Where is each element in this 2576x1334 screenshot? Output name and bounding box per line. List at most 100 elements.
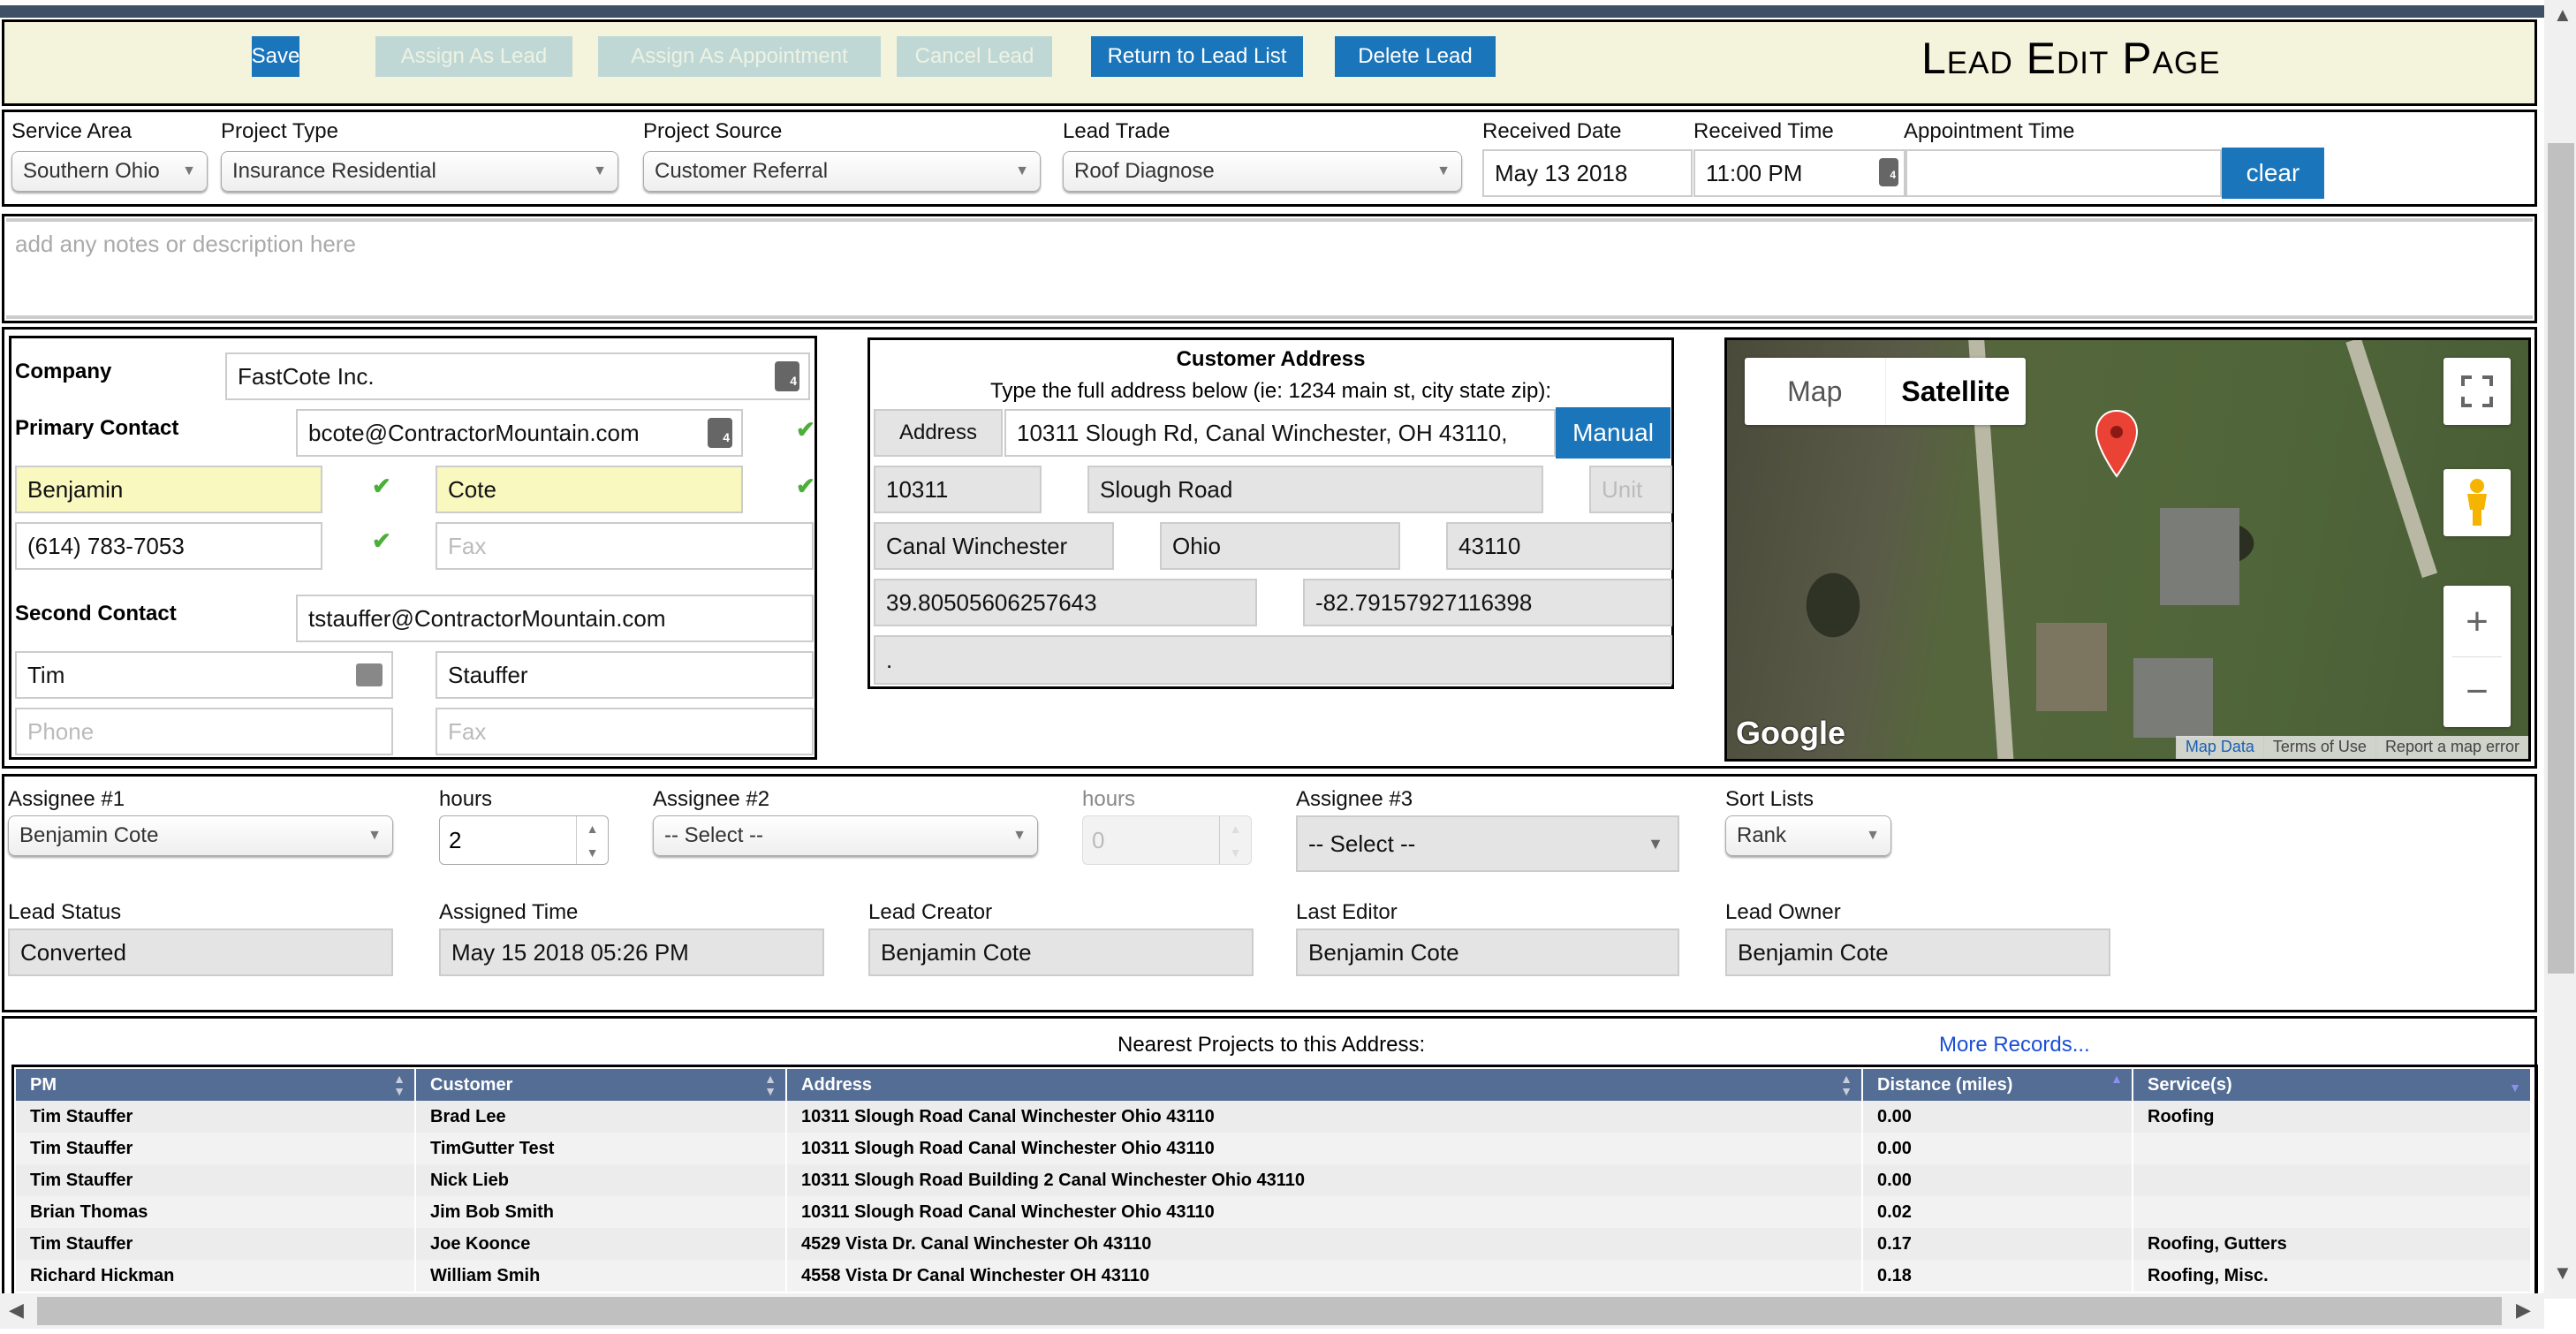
horizontal-scrollbar[interactable]: ◀ ▶ bbox=[0, 1293, 2544, 1329]
primary-email-input[interactable]: bcote@ContractorMountain.com 4 bbox=[296, 409, 743, 457]
project-source-select[interactable]: Customer Referral ▼ bbox=[643, 151, 1041, 192]
pm-cell: Brian Thomas bbox=[16, 1196, 416, 1228]
street-number-input[interactable]: 10311 bbox=[874, 466, 1042, 513]
state-input[interactable]: Ohio bbox=[1160, 522, 1400, 570]
sort-icon: ▲ ▼ bbox=[1840, 1072, 1852, 1098]
received-date-input[interactable]: May 13 2018 bbox=[1482, 149, 1693, 197]
table-row[interactable]: Tim Stauffer Brad Lee 10311 Slough Road Ca… bbox=[16, 1101, 2532, 1133]
latitude-input[interactable]: 39.80505606257643 bbox=[874, 579, 1257, 626]
full-address-input[interactable]: 10311 Slough Rd, Canal Winchester, OH 43… bbox=[1004, 409, 1556, 457]
zoom-in-button[interactable]: + bbox=[2466, 587, 2489, 656]
zip-input[interactable]: 43110 bbox=[1446, 522, 1672, 570]
second-fax-input[interactable]: Fax bbox=[436, 708, 814, 755]
table-row[interactable]: Brian Thomas Jim Bob Smith 10311 Slough Ro… bbox=[16, 1196, 2532, 1228]
received-time-input[interactable]: 11:00 PM 4 bbox=[1693, 149, 1905, 197]
manual-button[interactable]: Manual bbox=[1556, 407, 1671, 459]
cancel-lead-button[interactable]: Cancel Lead bbox=[897, 36, 1052, 77]
sort-lists-select[interactable]: Rank ▼ bbox=[1725, 815, 1891, 856]
distance-cell: 0.17 bbox=[1862, 1228, 2133, 1260]
received-time-value: 11:00 PM bbox=[1706, 159, 1803, 186]
lead-owner-label: Lead Owner bbox=[1725, 900, 1841, 924]
notes-textarea[interactable]: add any notes or description here bbox=[6, 218, 2533, 319]
street-name-input[interactable]: Slough Road bbox=[1087, 466, 1543, 513]
second-first-name-input[interactable]: Tim bbox=[15, 651, 393, 699]
distance-cell: 0.00 bbox=[1862, 1164, 2133, 1196]
scroll-right-arrow-icon[interactable]: ▶ bbox=[2516, 1299, 2531, 1322]
hours2-spinner[interactable]: ▲ ▼ bbox=[1219, 816, 1251, 864]
more-records-link[interactable]: More Records... bbox=[1939, 1033, 2090, 1057]
second-email-input[interactable]: tstauffer@ContractorMountain.com bbox=[296, 595, 814, 642]
lead-owner-field: Benjamin Cote bbox=[1725, 928, 2110, 976]
scroll-up-arrow-icon[interactable]: ▲ bbox=[2553, 4, 2572, 27]
vertical-scroll-thumb[interactable] bbox=[2548, 143, 2574, 974]
table-row[interactable]: Richard Hickman William Smih 4558 Vista Dr… bbox=[16, 1260, 2532, 1292]
primary-last-name-input[interactable]: Cote bbox=[436, 466, 743, 513]
primary-phone-input[interactable]: (614) 783-7053 bbox=[15, 522, 322, 570]
column-header-pm[interactable]: PM ▲ ▼ bbox=[16, 1069, 416, 1101]
primary-first-name-input[interactable]: Benjamin bbox=[15, 466, 322, 513]
company-input[interactable]: FastCote Inc. 4 bbox=[225, 352, 810, 400]
satellite-view-button[interactable]: Satellite bbox=[1886, 358, 2027, 425]
map-road bbox=[2345, 340, 2438, 579]
map-view-button[interactable]: Map bbox=[1745, 358, 1886, 425]
zoom-out-button[interactable]: − bbox=[2466, 657, 2489, 726]
fullscreen-button[interactable] bbox=[2443, 358, 2511, 425]
check-icon: ✔ bbox=[796, 416, 815, 443]
address-extra-input[interactable]: . bbox=[874, 635, 1672, 685]
street-view-pegman[interactable] bbox=[2443, 469, 2511, 536]
column-header-services[interactable]: Service(s) ▼ bbox=[2133, 1069, 2532, 1101]
service-area-select[interactable]: Southern Ohio ▼ bbox=[11, 151, 208, 192]
second-phone-input[interactable]: Phone bbox=[15, 708, 393, 755]
lead-trade-select[interactable]: Roof Diagnose ▼ bbox=[1063, 151, 1462, 192]
map-pin-icon[interactable] bbox=[2095, 409, 2139, 478]
assignee1-select[interactable]: Benjamin Cote ▼ bbox=[8, 815, 393, 856]
column-header-customer[interactable]: Customer ▲ ▼ bbox=[415, 1069, 787, 1101]
return-to-lead-list-button[interactable]: Return to Lead List bbox=[1091, 36, 1303, 77]
check-icon: ✔ bbox=[372, 473, 391, 499]
page-title: Lead Edit Page bbox=[1921, 34, 2221, 83]
appointment-time-input[interactable] bbox=[1905, 149, 2222, 197]
project-source-value: Customer Referral bbox=[655, 159, 829, 183]
decrement-icon: ▼ bbox=[1229, 845, 1242, 860]
assignee2-select[interactable]: -- Select -- ▼ bbox=[653, 815, 1038, 856]
map-data-link[interactable]: Map Data bbox=[2175, 736, 2263, 759]
delete-lead-button[interactable]: Delete Lead bbox=[1335, 36, 1496, 77]
report-map-error-link[interactable]: Report a map error bbox=[2375, 736, 2528, 759]
address-cell: 10311 Slough Road Canal Winchester Ohio … bbox=[786, 1133, 1863, 1164]
satellite-map[interactable]: Map Satellite + − Google Map Data Terms … bbox=[1724, 337, 2531, 762]
table-row[interactable]: Tim Stauffer TimGutter Test 10311 Slough R… bbox=[16, 1133, 2532, 1164]
save-button[interactable]: Save bbox=[252, 36, 299, 77]
primary-fax-input[interactable]: Fax bbox=[436, 522, 814, 570]
hours1-input[interactable]: 2 ▲ ▼ bbox=[439, 815, 609, 865]
second-first-name-value: Tim bbox=[27, 661, 65, 688]
column-header-distance[interactable]: Distance (miles) ▲ bbox=[1862, 1069, 2133, 1101]
project-source-label: Project Source bbox=[643, 119, 783, 143]
column-header-address[interactable]: Address ▲ ▼ bbox=[786, 1069, 1863, 1101]
top-nav-strip bbox=[0, 0, 2544, 18]
services-cell: Roofing, Misc. bbox=[2133, 1260, 2532, 1292]
city-input[interactable]: Canal Winchester bbox=[874, 522, 1114, 570]
clear-button[interactable]: clear bbox=[2222, 148, 2324, 199]
appointment-time-label: Appointment Time bbox=[1904, 119, 2075, 143]
vertical-scrollbar[interactable]: ▲ ▼ bbox=[2544, 0, 2576, 1299]
second-last-name-input[interactable]: Stauffer bbox=[436, 651, 814, 699]
hours1-spinner[interactable]: ▲ ▼ bbox=[576, 816, 608, 864]
project-type-select[interactable]: Insurance Residential ▼ bbox=[221, 151, 618, 192]
assign-as-appointment-button[interactable]: Assign As Appointment bbox=[598, 36, 881, 77]
contact-card-icon[interactable] bbox=[356, 663, 383, 686]
scroll-left-arrow-icon[interactable]: ◀ bbox=[9, 1299, 24, 1322]
scroll-down-arrow-icon[interactable]: ▼ bbox=[2553, 1262, 2572, 1285]
longitude-input[interactable]: -82.79157927116398 bbox=[1303, 579, 1672, 626]
google-logo: Google bbox=[1736, 715, 1845, 751]
unit-input[interactable]: Unit bbox=[1589, 466, 1672, 513]
terms-of-use-link[interactable]: Terms of Use bbox=[2262, 736, 2375, 759]
hours2-input[interactable]: 0 ▲ ▼ bbox=[1082, 815, 1252, 865]
horizontal-scroll-thumb[interactable] bbox=[37, 1297, 2502, 1325]
check-icon: ✔ bbox=[796, 473, 815, 499]
pm-cell: Tim Stauffer bbox=[16, 1133, 416, 1164]
assignee3-select[interactable]: -- Select -- ▼ bbox=[1296, 815, 1679, 872]
map-building bbox=[2160, 508, 2239, 605]
table-row[interactable]: Tim Stauffer Joe Koonce 4529 Vista Dr. Can… bbox=[16, 1228, 2532, 1260]
assign-as-lead-button[interactable]: Assign As Lead bbox=[375, 36, 572, 77]
table-row[interactable]: Tim Stauffer Nick Lieb 10311 Slough Road B… bbox=[16, 1164, 2532, 1196]
